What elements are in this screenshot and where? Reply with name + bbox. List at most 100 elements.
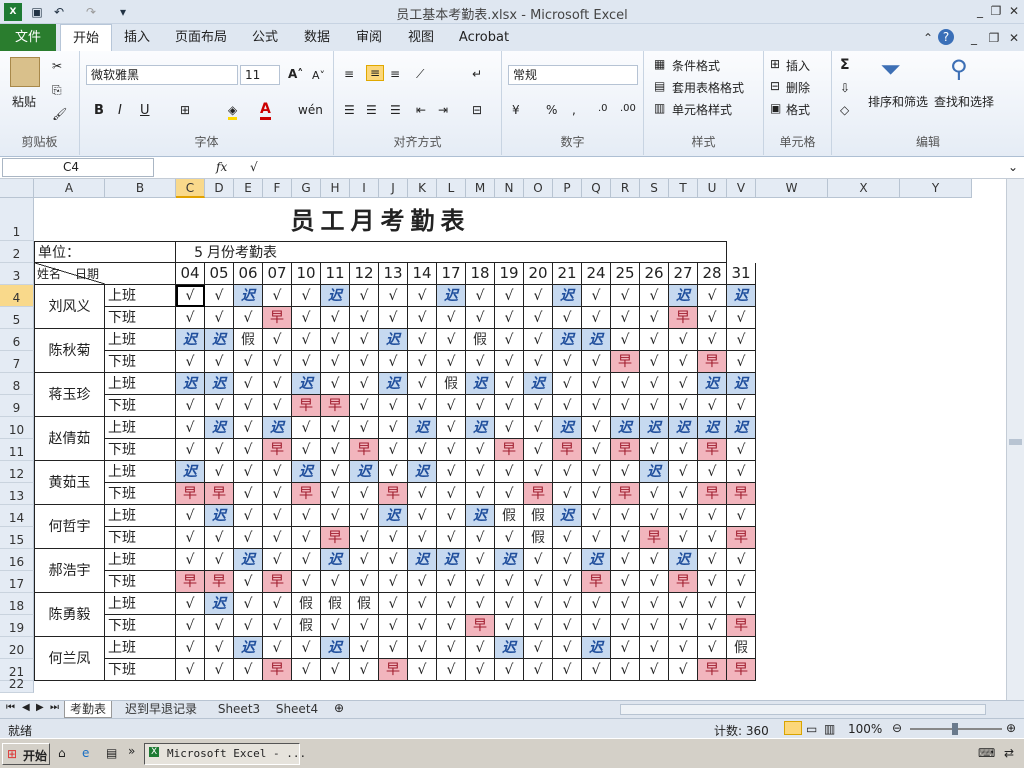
attendance-cell[interactable]: √ (292, 571, 321, 593)
attendance-cell[interactable]: √ (437, 439, 466, 461)
attendance-cell[interactable]: √ (408, 329, 437, 351)
attendance-cell[interactable]: √ (234, 417, 263, 439)
attendance-cell[interactable]: √ (234, 395, 263, 417)
attendance-cell[interactable]: √ (176, 417, 205, 439)
attendance-late-cell[interactable]: 迟 (263, 417, 292, 439)
attendance-cell[interactable]: √ (582, 659, 611, 681)
select-all-corner[interactable] (0, 179, 34, 198)
attendance-cell[interactable]: √ (234, 593, 263, 615)
attendance-cell[interactable]: √ (379, 417, 408, 439)
attendance-cell[interactable]: √ (408, 395, 437, 417)
desktop-icon[interactable]: ⌂ (58, 746, 66, 760)
attendance-cell[interactable]: √ (350, 659, 379, 681)
attendance-late-cell[interactable]: 迟 (234, 637, 263, 659)
attendance-cell[interactable]: √ (466, 395, 495, 417)
align-top-icon[interactable]: ≡ (344, 67, 354, 81)
attendance-cell[interactable]: √ (524, 417, 553, 439)
attendance-cell[interactable]: √ (437, 615, 466, 637)
attendance-cell[interactable]: √ (640, 373, 669, 395)
attendance-cell[interactable]: √ (292, 527, 321, 549)
sort-filter-icon[interactable]: ⏷ (880, 55, 901, 86)
attendance-cell[interactable]: √ (437, 395, 466, 417)
attendance-cell[interactable]: √ (698, 571, 727, 593)
column-header[interactable]: C (176, 179, 205, 198)
attendance-cell[interactable]: √ (350, 483, 379, 505)
column-header[interactable]: K (408, 179, 437, 198)
attendance-early-cell[interactable]: 早 (263, 571, 292, 593)
attendance-cell[interactable]: √ (263, 593, 292, 615)
attendance-cell[interactable]: √ (321, 461, 350, 483)
ie-icon[interactable]: e (82, 746, 89, 760)
attendance-cell[interactable]: √ (234, 461, 263, 483)
cut-icon[interactable]: ✂ (52, 59, 62, 73)
font-size-select[interactable]: 11 (240, 65, 280, 85)
attendance-early-cell[interactable]: 早 (495, 439, 524, 461)
attendance-cell[interactable]: √ (176, 615, 205, 637)
attendance-cell[interactable]: √ (176, 351, 205, 373)
attendance-cell[interactable]: √ (408, 307, 437, 329)
attendance-late-cell[interactable]: 迟 (611, 417, 640, 439)
attendance-cell[interactable]: √ (640, 659, 669, 681)
next-sheet-icon[interactable]: ▶ (36, 702, 44, 713)
attendance-cell[interactable]: √ (495, 307, 524, 329)
attendance-cell[interactable]: √ (379, 637, 408, 659)
attendance-cell[interactable]: √ (611, 527, 640, 549)
attendance-leave-cell[interactable]: 假 (350, 593, 379, 615)
attendance-late-cell[interactable]: 迟 (176, 329, 205, 351)
attendance-cell[interactable]: √ (292, 505, 321, 527)
currency-icon[interactable]: ¥ (512, 103, 520, 117)
attendance-cell[interactable]: √ (582, 593, 611, 615)
attendance-cell[interactable]: √ (698, 593, 727, 615)
doc-restore-icon[interactable]: ❐ (986, 30, 1002, 46)
help-icon[interactable]: ? (938, 29, 954, 45)
attendance-cell[interactable]: √ (669, 505, 698, 527)
attendance-cell[interactable]: √ (350, 505, 379, 527)
attendance-cell[interactable]: √ (669, 351, 698, 373)
collapse-ribbon-icon[interactable]: ⌃ (920, 30, 936, 46)
attendance-cell[interactable]: √ (263, 615, 292, 637)
column-header[interactable]: T (669, 179, 698, 198)
attendance-cell[interactable]: √ (350, 395, 379, 417)
attendance-late-cell[interactable]: 迟 (727, 417, 756, 439)
row-header[interactable]: 1 (0, 198, 34, 241)
tab-formulas[interactable]: 公式 (242, 24, 288, 51)
attendance-early-cell[interactable]: 早 (379, 483, 408, 505)
attendance-cell[interactable]: √ (553, 659, 582, 681)
attendance-late-cell[interactable]: 迟 (379, 329, 408, 351)
attendance-cell[interactable]: √ (611, 373, 640, 395)
attendance-cell[interactable]: √ (669, 527, 698, 549)
attendance-leave-cell[interactable]: 假 (437, 373, 466, 395)
attendance-cell[interactable]: √ (408, 659, 437, 681)
attendance-cell[interactable]: √ (205, 439, 234, 461)
attendance-leave-cell[interactable]: 假 (466, 329, 495, 351)
decrease-indent-icon[interactable]: ⇤ (416, 103, 426, 117)
attendance-cell[interactable]: √ (495, 417, 524, 439)
column-header[interactable]: Q (582, 179, 611, 198)
attendance-cell[interactable]: √ (611, 461, 640, 483)
attendance-cell[interactable]: √ (466, 659, 495, 681)
attendance-cell[interactable]: √ (408, 483, 437, 505)
row-header[interactable]: 4 (0, 285, 34, 307)
attendance-late-cell[interactable]: 迟 (495, 637, 524, 659)
attendance-cell[interactable]: √ (524, 549, 553, 571)
attendance-cell[interactable]: √ (582, 373, 611, 395)
increase-decimal-icon[interactable]: .0 (598, 103, 608, 114)
attendance-cell[interactable]: √ (727, 329, 756, 351)
attendance-cell[interactable]: √ (640, 637, 669, 659)
attendance-early-cell[interactable]: 早 (611, 483, 640, 505)
attendance-early-cell[interactable]: 早 (263, 307, 292, 329)
attendance-cell[interactable]: √ (582, 417, 611, 439)
expand-formula-icon[interactable]: ⌄ (1008, 160, 1018, 174)
align-right-icon[interactable]: ☰ (390, 103, 401, 117)
italic-icon[interactable]: I (118, 103, 122, 118)
paste-button[interactable]: 粘贴 (12, 93, 36, 110)
attendance-cell[interactable]: √ (205, 285, 234, 307)
attendance-early-cell[interactable]: 早 (350, 439, 379, 461)
row-header[interactable]: 10 (0, 417, 34, 439)
attendance-cell[interactable]: √ (611, 505, 640, 527)
attendance-cell[interactable]: √ (669, 593, 698, 615)
attendance-cell[interactable]: √ (176, 659, 205, 681)
keyboard-icon[interactable]: ⌨ (978, 746, 995, 760)
grow-font-icon[interactable]: A˄ (288, 67, 303, 81)
attendance-early-cell[interactable]: 早 (524, 483, 553, 505)
